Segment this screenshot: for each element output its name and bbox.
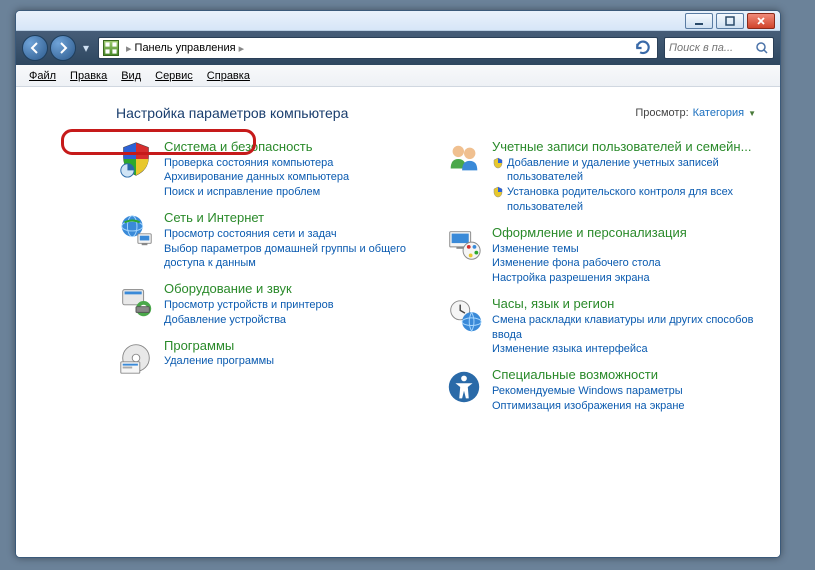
sublink-optimize-display[interactable]: Оптимизация изображения на экране [492,399,685,414]
category-system-security: Система и безопасность Проверка состояни… [116,139,428,200]
category-link-appearance[interactable]: Оформление и персонализация [492,225,687,241]
programs-icon [116,338,156,378]
control-panel-window: ▾ ▸ Панель управления ▸ Файл Правка Вид … [15,10,781,558]
history-dropdown[interactable]: ▾ [78,35,94,61]
sublink-keyboard-layout[interactable]: Смена раскладки клавиатуры или других сп… [492,313,756,343]
view-by: Просмотр: Категория ▼ [635,107,756,119]
category-ease-of-access: Специальные возможности Рекомендуемые Wi… [444,367,756,413]
left-column: Система и безопасность Проверка состояни… [116,139,428,414]
shield-icon [492,186,504,198]
breadcrumb-sep: ▸ [239,42,245,55]
hardware-icon [116,281,156,321]
sublink-add-remove-accounts[interactable]: Добавление и удаление учетных записей по… [492,156,756,186]
ease-of-access-icon [444,367,484,407]
sublink-recommended-settings[interactable]: Рекомендуемые Windows параметры [492,384,685,399]
content-area: Настройка параметров компьютера Просмотр… [16,87,780,557]
view-by-label: Просмотр: [635,107,688,119]
refresh-button[interactable] [633,38,653,58]
sublink-uninstall[interactable]: Удаление программы [164,354,274,369]
menu-edit[interactable]: Правка [63,68,114,84]
sublink-homegroup[interactable]: Выбор параметров домашней группы и общег… [164,242,428,272]
menu-view[interactable]: Вид [114,68,148,84]
right-column: Учетные записи пользователей и семейн...… [444,139,756,414]
category-link-hardware[interactable]: Оборудование и звук [164,281,334,297]
shield-icon [492,157,504,169]
sublink-screen-resolution[interactable]: Настройка разрешения экрана [492,271,687,286]
sublink-check-status[interactable]: Проверка состояния компьютера [164,156,349,171]
minimize-button[interactable] [685,13,713,29]
sublink-change-background[interactable]: Изменение фона рабочего стола [492,256,687,271]
breadcrumb-root[interactable]: Панель управления [135,42,236,54]
appearance-icon [444,225,484,265]
close-button[interactable] [747,13,775,29]
chevron-down-icon[interactable]: ▼ [748,109,756,118]
back-button[interactable] [22,35,48,61]
category-link-clock-language[interactable]: Часы, язык и регион [492,296,756,312]
search-input[interactable] [669,42,747,54]
system-security-icon [116,139,156,179]
sublink-parental-controls[interactable]: Установка родительского контроля для все… [492,185,756,215]
category-clock-language: Часы, язык и регион Смена раскладки клав… [444,296,756,357]
sublink-display-language[interactable]: Изменение языка интерфейса [492,342,756,357]
sublink-change-theme[interactable]: Изменение темы [492,242,687,257]
category-link-ease-of-access[interactable]: Специальные возможности [492,367,685,383]
sublink-troubleshoot[interactable]: Поиск и исправление проблем [164,185,349,200]
control-panel-icon [103,40,119,56]
category-network: Сеть и Интернет Просмотр состояния сети … [116,210,428,271]
clock-language-icon [444,296,484,336]
menu-tools[interactable]: Сервис [148,68,200,84]
menu-file[interactable]: Файл [22,68,63,84]
sublink-backup[interactable]: Архивирование данных компьютера [164,170,349,185]
titlebar [16,11,780,31]
category-user-accounts: Учетные записи пользователей и семейн...… [444,139,756,215]
category-columns: Система и безопасность Проверка состояни… [116,139,756,414]
category-link-user-accounts[interactable]: Учетные записи пользователей и семейн... [492,139,756,155]
sublink-add-device[interactable]: Добавление устройства [164,313,334,328]
search-box[interactable] [664,37,774,59]
sublink-devices-printers[interactable]: Просмотр устройств и принтеров [164,298,334,313]
category-link-system-security[interactable]: Система и безопасность [164,139,349,155]
heading-row: Настройка параметров компьютера Просмотр… [116,105,756,121]
category-programs: Программы Удаление программы [116,338,428,378]
maximize-button[interactable] [716,13,744,29]
category-appearance: Оформление и персонализация Изменение те… [444,225,756,286]
address-bar[interactable]: ▸ Панель управления ▸ [98,37,658,59]
category-hardware: Оборудование и звук Просмотр устройств и… [116,281,428,327]
sublink-network-status[interactable]: Просмотр состояния сети и задач [164,227,428,242]
category-link-network[interactable]: Сеть и Интернет [164,210,428,226]
navbar: ▾ ▸ Панель управления ▸ [16,31,780,65]
search-icon [755,41,769,55]
network-icon [116,210,156,250]
forward-button[interactable] [50,35,76,61]
category-link-programs[interactable]: Программы [164,338,274,354]
view-by-value[interactable]: Категория [693,107,744,119]
menubar: Файл Правка Вид Сервис Справка [16,65,780,87]
page-title: Настройка параметров компьютера [116,105,348,121]
user-accounts-icon [444,139,484,179]
breadcrumb-sep: ▸ [126,42,132,55]
menu-help[interactable]: Справка [200,68,257,84]
